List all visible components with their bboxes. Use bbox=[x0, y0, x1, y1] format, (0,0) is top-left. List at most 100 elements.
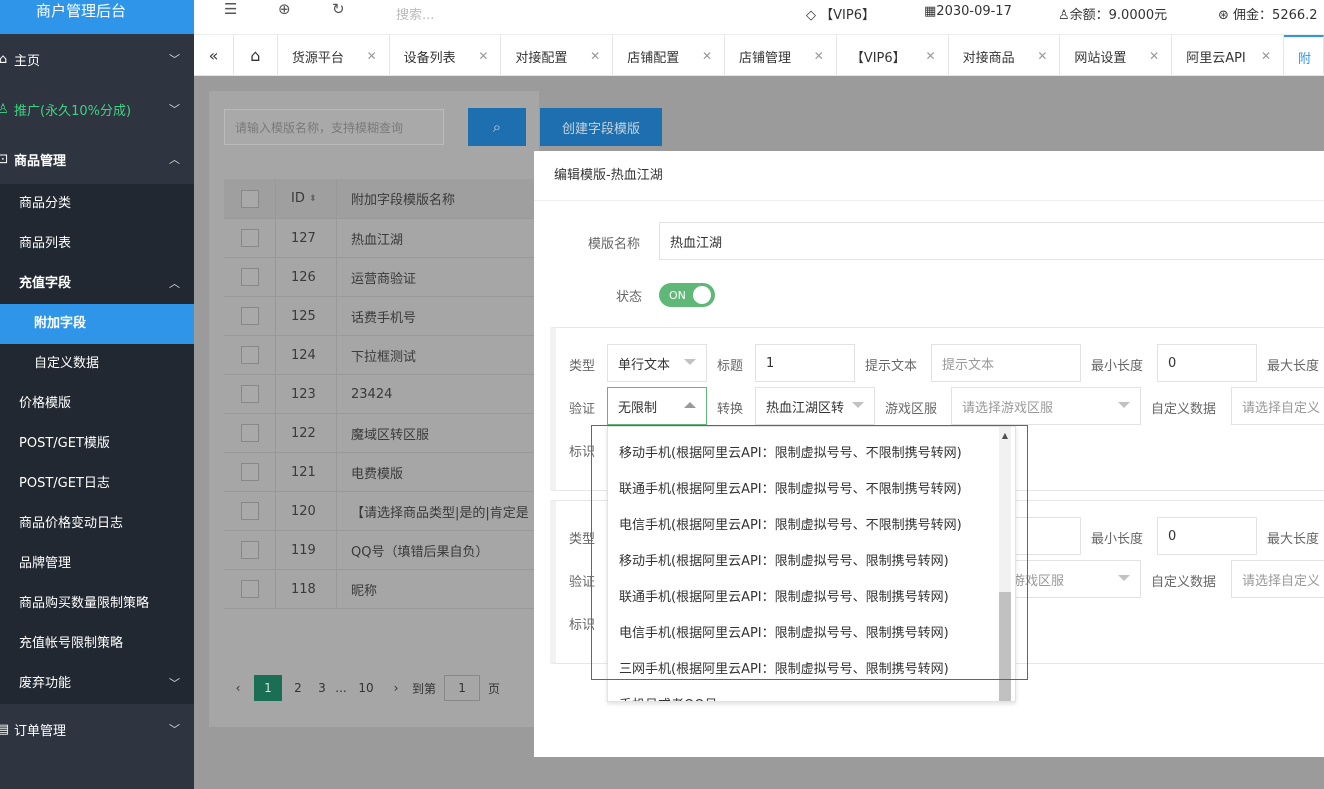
row-checkbox[interactable] bbox=[224, 492, 276, 530]
table-row[interactable]: 119 QQ号（填错后果自负） bbox=[224, 531, 544, 570]
table-row[interactable]: 118 昵称 bbox=[224, 570, 544, 609]
sidebar-item-promotion[interactable]: ♙ 推广(永久10%分成) ﹀ bbox=[0, 84, 194, 134]
scroll-up-arrow-icon[interactable]: ▲ bbox=[999, 431, 1011, 440]
select-all-checkbox[interactable] bbox=[224, 179, 276, 218]
sidebar-item-account-limit[interactable]: 充值帐号限制策略 bbox=[0, 624, 194, 664]
search-button[interactable]: ⌕ bbox=[468, 108, 526, 146]
tab-scroll-left-icon[interactable]: « bbox=[194, 35, 234, 75]
row-checkbox[interactable] bbox=[224, 531, 276, 569]
page-2[interactable]: 2 bbox=[284, 675, 312, 701]
tab-item-active[interactable]: 附 bbox=[1284, 35, 1324, 77]
tab-item[interactable]: 网站设置 ✕ bbox=[1060, 35, 1173, 77]
dropdown-option[interactable]: 手机号或者QQ号 bbox=[608, 688, 1015, 701]
home-tab-icon[interactable]: ⌂ bbox=[234, 35, 278, 75]
type-select[interactable]: 单行文本 bbox=[607, 344, 707, 382]
min-length-input[interactable]: 0 bbox=[1157, 517, 1257, 555]
tab-item[interactable]: 店铺管理 ✕ bbox=[725, 35, 837, 77]
close-icon[interactable]: ✕ bbox=[926, 49, 936, 63]
close-icon[interactable]: ✕ bbox=[478, 49, 488, 63]
title-input[interactable]: 1 bbox=[755, 344, 855, 382]
row-checkbox[interactable] bbox=[224, 219, 276, 257]
table-row[interactable]: 125 话费手机号 bbox=[224, 297, 544, 336]
custom-data-select[interactable]: 请选择自定义 bbox=[1231, 387, 1324, 425]
verify-select[interactable]: 无限制 bbox=[607, 387, 707, 425]
create-template-button[interactable]: 创建字段模版 bbox=[540, 108, 662, 146]
sidebar-item-buy-limit[interactable]: 商品购买数量限制策略 bbox=[0, 584, 194, 624]
dropdown-option[interactable]: 移动手机(根据阿里云API：限制虚拟号号、限制携号转网) bbox=[608, 544, 1015, 580]
page-1[interactable]: 1 bbox=[254, 675, 282, 701]
row-checkbox[interactable] bbox=[224, 453, 276, 491]
table-row[interactable]: 123 23424 bbox=[224, 375, 544, 414]
sidebar-item-price-log[interactable]: 商品价格变动日志 bbox=[0, 504, 194, 544]
row-checkbox[interactable] bbox=[224, 375, 276, 413]
row-checkbox[interactable] bbox=[224, 570, 276, 608]
dropdown-scrollbar-thumb[interactable] bbox=[999, 592, 1011, 701]
sidebar-item-products[interactable]: ⊡ 商品管理 ︿ bbox=[0, 134, 194, 184]
tab-item[interactable]: 【VIP6】 ✕ bbox=[837, 35, 949, 77]
dropdown-option[interactable]: 电信手机(根据阿里云API：限制虚拟号号、限制携号转网) bbox=[608, 616, 1015, 652]
sidebar-item-orders[interactable]: ▤ 订单管理 ﹀ bbox=[0, 704, 194, 754]
close-icon[interactable]: ✕ bbox=[590, 49, 600, 63]
sort-icon[interactable]: ⬍ bbox=[309, 194, 317, 204]
next-page-icon[interactable]: › bbox=[382, 675, 410, 701]
sidebar-item-price-template[interactable]: 价格模版 bbox=[0, 384, 194, 424]
table-row[interactable]: 124 下拉框测试 bbox=[224, 336, 544, 375]
sidebar-item-extra-field[interactable]: 附加字段 bbox=[0, 304, 194, 344]
vip-badge[interactable]: ◇ 【VIP6】 bbox=[806, 4, 875, 23]
game-server-select[interactable]: 请选择游戏区服 bbox=[951, 387, 1141, 425]
tab-item[interactable]: 阿里云API ✕ bbox=[1172, 35, 1284, 77]
goto-page-input[interactable]: 1 bbox=[444, 675, 481, 701]
menu-toggle-icon[interactable]: ☰ bbox=[224, 0, 237, 18]
table-row[interactable]: 121 电费模版 bbox=[224, 453, 544, 492]
convert-select[interactable]: 热血江湖区转 bbox=[755, 387, 875, 425]
sidebar-item-home[interactable]: ⌂ 主页 ﹀ bbox=[0, 34, 194, 84]
table-row[interactable]: 122 魔域区转区服 bbox=[224, 414, 544, 453]
page-10[interactable]: 10 bbox=[352, 675, 380, 701]
template-name-input[interactable]: 热血江湖 bbox=[659, 222, 1324, 260]
sidebar-item-product-list[interactable]: 商品列表 bbox=[0, 224, 194, 264]
tab-item[interactable]: 对接商品 ✕ bbox=[949, 35, 1061, 77]
row-checkbox[interactable] bbox=[224, 414, 276, 452]
custom-data-select[interactable]: 请选择自定义 bbox=[1231, 560, 1324, 598]
dropdown-option[interactable]: 移动手机(根据阿里云API：限制虚拟号号、不限制携号转网) bbox=[608, 436, 1015, 472]
sidebar-item-postget-template[interactable]: POST/GET模版 bbox=[0, 424, 194, 464]
sidebar-item-postget-log[interactable]: POST/GET日志 bbox=[0, 464, 194, 504]
sidebar-item-recharge-field[interactable]: 充值字段 ︿ bbox=[0, 264, 194, 304]
column-header-id[interactable]: ID ⬍ bbox=[276, 179, 337, 218]
close-icon[interactable]: ✕ bbox=[1149, 49, 1159, 63]
top-search-input[interactable]: 搜索... bbox=[396, 4, 434, 23]
hint-input[interactable]: 提示文本 bbox=[931, 344, 1081, 382]
sidebar-item-brand[interactable]: 品牌管理 bbox=[0, 544, 194, 584]
sidebar-item-custom-data[interactable]: 自定义数据 bbox=[0, 344, 194, 384]
template-search-input[interactable]: 请输入模版名称，支持模糊查询 bbox=[224, 109, 444, 145]
balance-display[interactable]: ♙余额：9.0000元 bbox=[1058, 4, 1167, 23]
row-checkbox[interactable] bbox=[224, 297, 276, 335]
table-row[interactable]: 126 运营商验证 bbox=[224, 258, 544, 297]
dropdown-option[interactable]: 电信手机(根据阿里云API：限制虚拟号号、不限制携号转网) bbox=[608, 508, 1015, 544]
close-icon[interactable]: ✕ bbox=[367, 49, 377, 63]
dropdown-option[interactable]: 三网手机(根据阿里云API：限制虚拟号号、限制携号转网) bbox=[608, 652, 1015, 688]
tab-item[interactable]: 设备列表 ✕ bbox=[390, 35, 502, 77]
tab-item[interactable]: 货源平台 ✕ bbox=[278, 35, 390, 77]
prev-page-icon[interactable]: ‹ bbox=[224, 675, 252, 701]
row-checkbox[interactable] bbox=[224, 258, 276, 296]
close-icon[interactable]: ✕ bbox=[814, 49, 824, 63]
close-icon[interactable]: ✕ bbox=[1261, 49, 1271, 63]
game-server-select[interactable]: 游戏区服 bbox=[1001, 560, 1141, 598]
status-toggle[interactable]: ON bbox=[659, 283, 715, 307]
dropdown-option[interactable]: 联通手机(根据阿里云API：限制虚拟号号、限制携号转网) bbox=[608, 580, 1015, 616]
sidebar-item-category[interactable]: 商品分类 bbox=[0, 184, 194, 224]
tab-item[interactable]: 对接配置 ✕ bbox=[501, 35, 614, 77]
tab-item[interactable]: 店铺配置 ✕ bbox=[613, 35, 726, 77]
sidebar-item-deprecated[interactable]: 废弃功能 ﹀ bbox=[0, 664, 194, 704]
commission-display[interactable]: ⊛ 佣金：5266.2 bbox=[1218, 4, 1318, 23]
close-icon[interactable]: ✕ bbox=[702, 49, 712, 63]
min-length-input[interactable]: 0 bbox=[1157, 344, 1257, 382]
refresh-icon[interactable]: ↻ bbox=[332, 0, 345, 18]
table-row[interactable]: 120 【请选择商品类型|是的|肯定是 bbox=[224, 492, 544, 531]
close-icon[interactable]: ✕ bbox=[1037, 49, 1047, 63]
dropdown-option[interactable]: 联通手机(根据阿里云API：限制虚拟号号、不限制携号转网) bbox=[608, 472, 1015, 508]
table-row[interactable]: 127 热血江湖 bbox=[224, 219, 544, 258]
row-checkbox[interactable] bbox=[224, 336, 276, 374]
globe-icon[interactable]: ⊕ bbox=[278, 0, 291, 18]
